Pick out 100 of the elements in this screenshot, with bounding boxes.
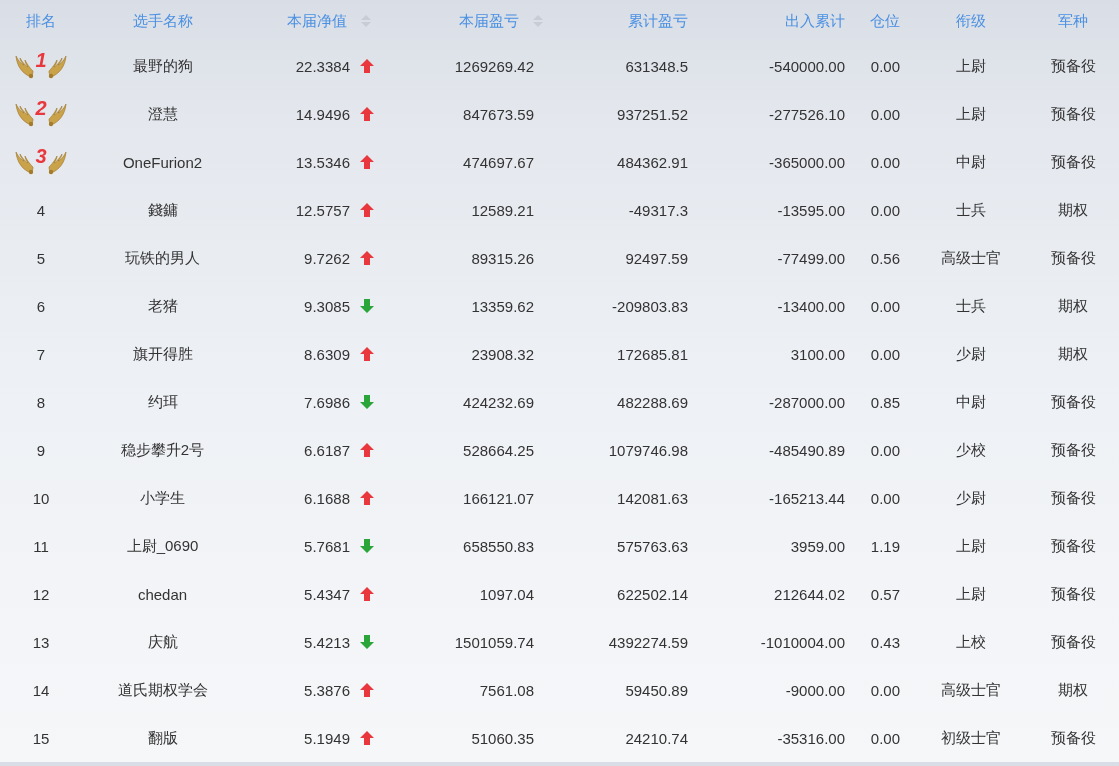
net-value: 14.9496 [295, 105, 350, 123]
rank-number: 8 [36, 393, 46, 411]
rank-title: 上尉 [956, 104, 986, 124]
rank-title: 上尉 [956, 56, 986, 76]
profit-value: 847673.59 [463, 105, 534, 123]
player-name: 旗开得胜 [132, 344, 193, 364]
rank-number: 6 [36, 297, 46, 315]
rank-title: 上尉 [956, 536, 986, 556]
profit-value: 23908.32 [471, 345, 534, 363]
profit-value: 474697.67 [463, 153, 534, 171]
profit-value: 7561.08 [479, 681, 534, 699]
service-type: 预备役 [1050, 584, 1096, 604]
position-ratio: 0.00 [870, 57, 900, 75]
rank-number: 3 [35, 145, 47, 168]
player-name: 稳步攀升2号 [120, 440, 205, 460]
rank-number: 1 [35, 49, 47, 72]
cumulative-profit: 937251.52 [617, 105, 688, 123]
cash-flow-total: 3100.00 [790, 345, 845, 363]
cumulative-profit: 631348.5 [625, 57, 688, 75]
service-type: 预备役 [1050, 728, 1096, 748]
wing-icon [47, 149, 68, 175]
profit-value: 13359.62 [471, 297, 534, 315]
rank-title: 中尉 [956, 152, 986, 172]
cumulative-profit: 92497.59 [625, 249, 688, 267]
rank-title: 士兵 [956, 296, 986, 316]
rank-number: 7 [36, 345, 46, 363]
rank-number: 12 [32, 585, 50, 603]
player-name: 庆航 [147, 632, 178, 652]
cumulative-profit: 4392274.59 [608, 633, 688, 651]
cash-flow-total: -35316.00 [777, 729, 845, 747]
wing-icon [47, 53, 68, 79]
column-header: 排名 [26, 11, 56, 31]
cash-flow-total: -287000.00 [769, 393, 845, 411]
cash-flow-total: -13400.00 [777, 297, 845, 315]
profit-value: 1269269.42 [454, 57, 534, 75]
player-name: 约珥 [147, 392, 178, 412]
profit-value: 1097.04 [479, 585, 534, 603]
service-type: 期权 [1058, 296, 1088, 316]
service-type: 预备役 [1050, 248, 1096, 268]
player-name: 上尉_0690 [126, 536, 199, 556]
column-header: 累计盈亏 [628, 11, 688, 31]
cumulative-profit: 59450.89 [625, 681, 688, 699]
profit-value: 424232.69 [463, 393, 534, 411]
service-type: 预备役 [1050, 488, 1096, 508]
rank-number: 9 [36, 441, 46, 459]
position-ratio: 0.57 [870, 585, 900, 603]
player-name: 玩铁的男人 [125, 248, 200, 268]
cash-flow-total: 3959.00 [790, 537, 845, 555]
column-header[interactable]: 本届净值 [287, 11, 347, 31]
service-type: 预备役 [1050, 152, 1096, 172]
rank-number: 2 [35, 97, 47, 120]
cash-flow-total: -277526.10 [769, 105, 845, 123]
cumulative-profit: 622502.14 [617, 585, 688, 603]
column-header: 军种 [1058, 11, 1088, 31]
position-ratio: 0.00 [870, 489, 900, 507]
wing-icon [14, 53, 35, 79]
rank-number: 10 [32, 489, 50, 507]
position-ratio: 0.56 [870, 249, 900, 267]
cash-flow-total: -77499.00 [777, 249, 845, 267]
profit-value: 12589.21 [471, 201, 534, 219]
service-type: 预备役 [1050, 632, 1096, 652]
rank-number: 15 [32, 729, 50, 747]
cash-flow-total: -9000.00 [785, 681, 845, 699]
cumulative-profit: 142081.63 [617, 489, 688, 507]
player-name: 小学生 [140, 488, 185, 508]
net-value: 22.3384 [295, 57, 350, 75]
position-ratio: 0.00 [870, 153, 900, 171]
net-value: 9.3085 [304, 297, 350, 315]
column-header: 选手名称 [132, 11, 193, 31]
player-name: chedan [137, 585, 188, 603]
position-ratio: 0.00 [870, 681, 900, 699]
cash-flow-total: -540000.00 [769, 57, 845, 75]
rank-number: 13 [32, 633, 50, 651]
rank-number: 4 [36, 201, 46, 219]
service-type: 预备役 [1050, 104, 1096, 124]
rank-number: 5 [36, 249, 46, 267]
net-value: 5.7681 [304, 537, 350, 555]
net-value: 9.7262 [304, 249, 350, 267]
wing-icon [47, 101, 68, 127]
net-value: 5.4213 [304, 633, 350, 651]
rank-title: 少校 [956, 440, 986, 460]
cumulative-profit: 575763.63 [617, 537, 688, 555]
position-ratio: 0.00 [870, 729, 900, 747]
rank-title: 少尉 [956, 488, 986, 508]
player-name: 老猪 [147, 296, 178, 316]
net-value: 5.1949 [304, 729, 350, 747]
cumulative-profit: 24210.74 [625, 729, 688, 747]
position-ratio: 1.19 [870, 537, 900, 555]
column-header[interactable]: 本届盈亏 [459, 11, 519, 31]
wing-icon [14, 149, 35, 175]
profit-value: 1501059.74 [454, 633, 534, 651]
profit-value: 51060.35 [471, 729, 534, 747]
rank-title: 士兵 [956, 200, 986, 220]
rank-title: 初级士官 [941, 728, 1001, 748]
profit-value: 528664.25 [463, 441, 534, 459]
rank-title: 高级士官 [941, 680, 1001, 700]
player-name: 最野的狗 [132, 56, 193, 76]
profit-value: 166121.07 [463, 489, 534, 507]
player-name: OneFurion2 [122, 153, 203, 171]
player-name: 錢鏞 [147, 200, 178, 220]
